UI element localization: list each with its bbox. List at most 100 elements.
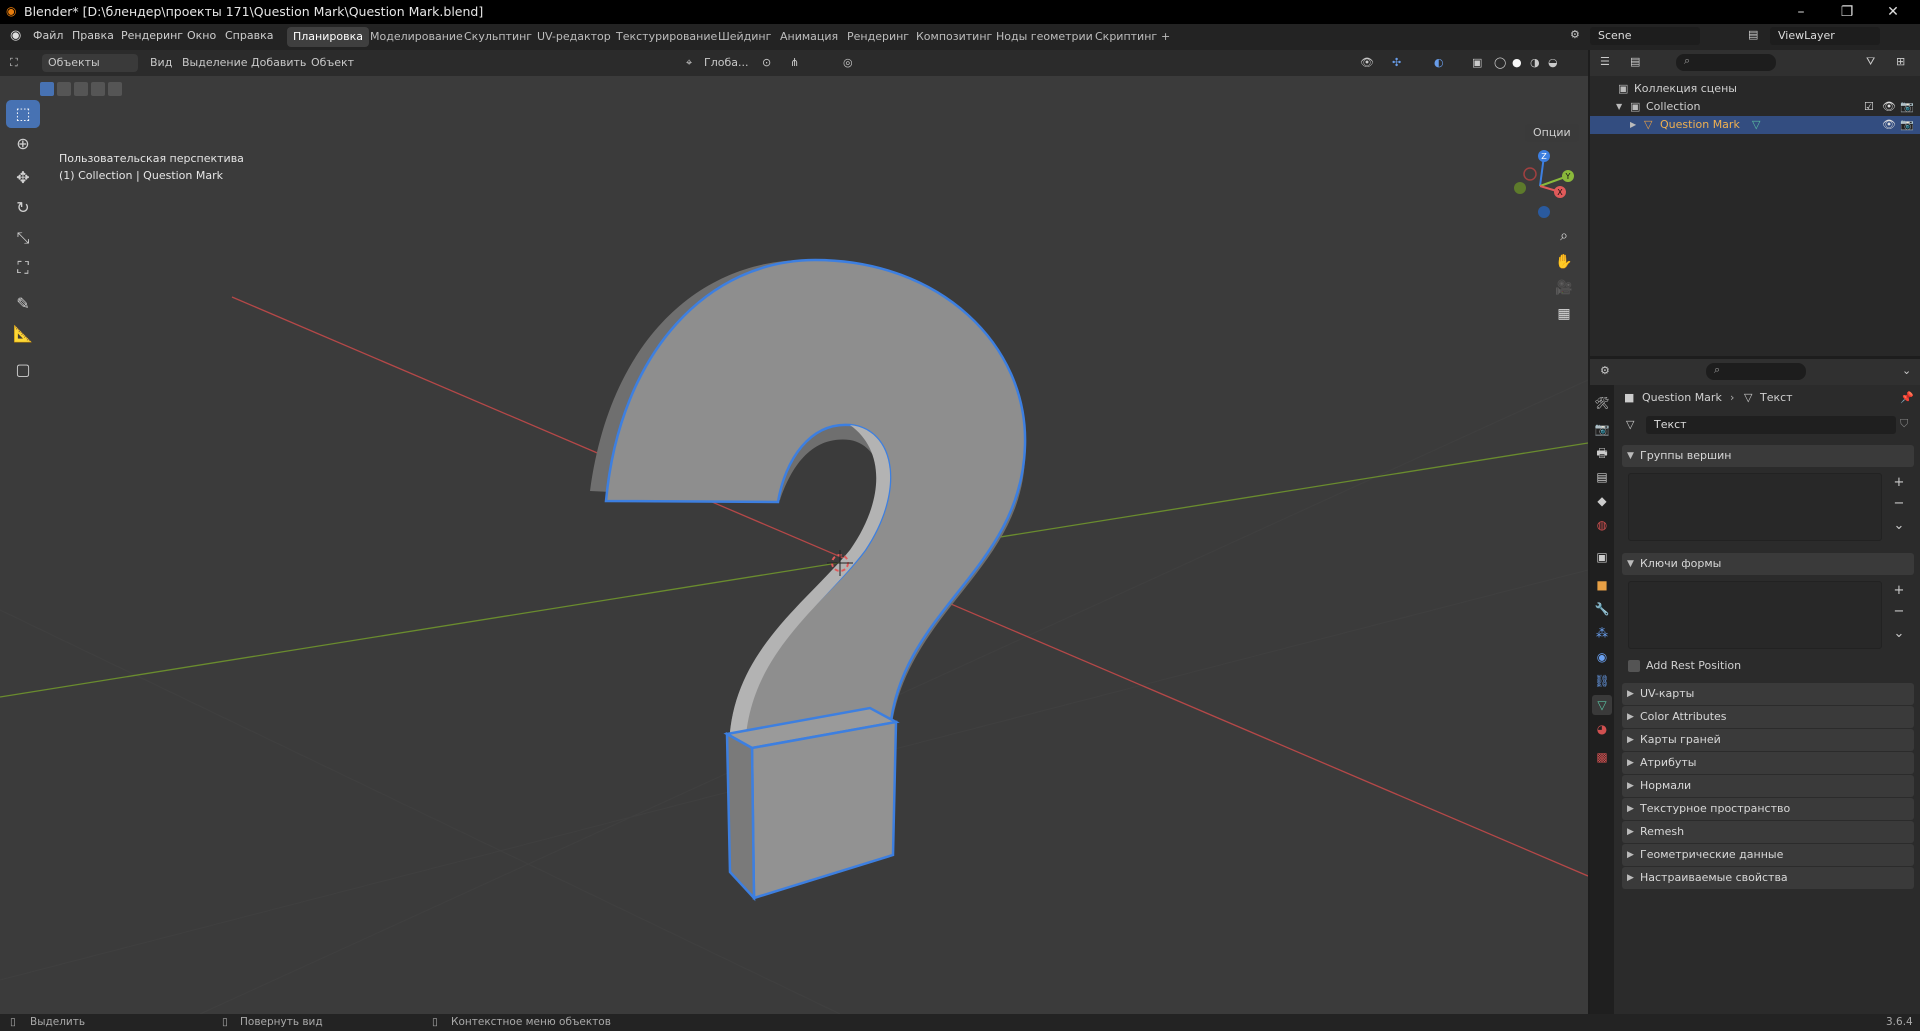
workspace-tab-sculpting[interactable]: Скульптинг <box>458 27 538 47</box>
menu-edit[interactable]: Правка <box>72 29 114 42</box>
transform-tool-icon[interactable]: ⛶ <box>6 254 40 282</box>
menu-window[interactable]: Окно <box>187 29 216 42</box>
viewport-scene[interactable] <box>0 50 1588 1014</box>
panel-attributes[interactable]: ▶ Атрибуты <box>1622 752 1914 774</box>
pivot-point-icon[interactable]: ⊙ <box>762 54 771 72</box>
properties-options-icon[interactable]: ⌄ <box>1902 364 1911 377</box>
workspace-tab-compositing[interactable]: Композитинг <box>910 27 998 47</box>
remove-shape-key-button[interactable]: − <box>1890 603 1908 621</box>
panel-remesh[interactable]: ▶ Remesh <box>1622 821 1914 843</box>
maximize-button[interactable]: ❐ <box>1824 0 1870 24</box>
panel-geometry-data[interactable]: ▶ Геометрические данные <box>1622 844 1914 866</box>
constraints-tab-icon[interactable]: ⛓ <box>1592 671 1612 691</box>
move-tool-icon[interactable]: ✥ <box>6 164 40 192</box>
output-tab-icon[interactable]: 🖶 <box>1592 443 1612 463</box>
data-tab-icon[interactable]: ▽ <box>1592 695 1612 715</box>
select-subtract-icon[interactable] <box>74 82 88 96</box>
panel-shape-keys[interactable]: ▼ Ключи формы <box>1622 553 1914 575</box>
add-shape-key-button[interactable]: + <box>1890 582 1908 600</box>
object-tab-icon[interactable]: ■ <box>1592 575 1612 595</box>
expand-icon[interactable]: ▶ <box>1630 116 1636 134</box>
zoom-view-icon[interactable]: ⌕ <box>1552 224 1576 248</box>
scene-selector[interactable]: Scene <box>1590 27 1700 45</box>
menu-help[interactable]: Справка <box>225 29 273 42</box>
solid-shading-icon[interactable]: ● <box>1512 54 1522 72</box>
blender-menu-icon[interactable]: ◉ <box>10 28 21 43</box>
options-dropdown[interactable]: Опции <box>1525 124 1579 142</box>
select-box-tool-icon[interactable]: ⬚ <box>6 100 40 128</box>
3d-viewport[interactable]: ⛶ Объекты Вид Выделение Добавить Объект … <box>0 50 1588 1014</box>
panel-texture-space[interactable]: ▶ Текстурное пространство <box>1622 798 1914 820</box>
proportional-edit-icon[interactable]: ◎ <box>843 54 853 72</box>
add-cube-tool-icon[interactable]: ▢ <box>6 356 40 384</box>
view-layer-tab-icon[interactable]: ▤ <box>1592 467 1612 487</box>
navigation-gizmo[interactable]: Z Y X <box>1504 148 1576 220</box>
viewport-menu-select[interactable]: Выделение <box>182 54 248 72</box>
workspace-tab-animation[interactable]: Анимация <box>774 27 844 47</box>
shape-keys-list[interactable] <box>1628 581 1882 649</box>
gizmo-toggle-icon[interactable]: ✣ <box>1392 54 1401 72</box>
data-type-icon[interactable]: ▽ <box>1626 418 1634 431</box>
viewport-menu-object[interactable]: Объект <box>311 54 354 72</box>
datablock-name-field[interactable]: Текст <box>1646 416 1896 434</box>
editor-type-icon[interactable]: ⛶ <box>10 54 18 72</box>
wireframe-shading-icon[interactable]: ◯ <box>1494 54 1506 72</box>
modifiers-tab-icon[interactable]: 🔧 <box>1592 599 1612 619</box>
workspace-tab-shading[interactable]: Шейдинг <box>712 27 777 47</box>
properties-editor-icon[interactable]: ⚙ <box>1600 364 1610 377</box>
outliner-row-question-mark[interactable]: ▶ ▽ Question Mark ▽ 👁 📷 <box>1590 116 1920 134</box>
material-shading-icon[interactable]: ◑ <box>1530 54 1540 72</box>
pan-view-icon[interactable]: ✋ <box>1552 250 1576 274</box>
render-camera-icon[interactable]: 📷 <box>1900 98 1914 116</box>
transform-orientation-dropdown[interactable]: Глоба... <box>704 54 748 72</box>
outliner-row-collection[interactable]: ▼ ▣ Collection ☑ 👁 📷 <box>1590 98 1920 116</box>
snap-icon[interactable]: ⋔ <box>790 54 799 72</box>
vertex-groups-list[interactable] <box>1628 473 1882 541</box>
fake-user-shield-icon[interactable]: ⛉ <box>1900 417 1908 431</box>
close-button[interactable]: ✕ <box>1870 0 1916 24</box>
render-tab-icon[interactable]: 📷 <box>1592 419 1612 439</box>
viewport-menu-view[interactable]: Вид <box>150 54 172 72</box>
shape-key-specials-button[interactable]: ⌄ <box>1890 625 1908 643</box>
vertex-group-specials-button[interactable]: ⌄ <box>1890 517 1908 535</box>
panel-color-attributes[interactable]: ▶ Color Attributes <box>1622 706 1914 728</box>
hide-eye-icon[interactable]: 👁 <box>1882 116 1896 134</box>
particles-tab-icon[interactable]: ⁂ <box>1592 623 1612 643</box>
material-tab-icon[interactable]: ◕ <box>1592 719 1612 739</box>
rendered-shading-icon[interactable]: ◒ <box>1548 54 1558 72</box>
texture-tab-icon[interactable]: ▩ <box>1592 747 1612 767</box>
add-vertex-group-button[interactable]: + <box>1890 474 1908 492</box>
overlay-toggle-icon[interactable]: ◐ <box>1434 54 1444 72</box>
hide-eye-icon[interactable]: 👁 <box>1882 98 1896 116</box>
viewlayer-selector[interactable]: ViewLayer <box>1770 27 1880 45</box>
add-rest-position-checkbox[interactable] <box>1628 660 1640 672</box>
render-camera-icon[interactable]: 📷 <box>1900 116 1914 134</box>
toggle-ortho-icon[interactable]: ▦ <box>1552 302 1576 326</box>
select-invert-icon[interactable] <box>91 82 105 96</box>
add-rest-position-row[interactable]: Add Rest Position <box>1628 658 1878 674</box>
outliner-search-input[interactable]: ⌕ <box>1676 54 1776 71</box>
world-tab-icon[interactable]: ◍ <box>1592 515 1612 535</box>
menu-file[interactable]: Файл <box>33 29 63 42</box>
collection-tab-icon[interactable]: ▣ <box>1592 547 1612 567</box>
cursor-tool-icon[interactable]: ⊕ <box>6 130 40 158</box>
workspace-tab-texture[interactable]: Текстурирование <box>610 27 723 47</box>
workspace-tab-rendering[interactable]: Рендеринг <box>841 27 915 47</box>
properties-search-input[interactable]: ⌕ <box>1706 363 1806 380</box>
workspace-tab-uv[interactable]: UV-редактор <box>531 27 617 47</box>
question-mark-object[interactable] <box>590 258 1027 902</box>
new-collection-icon[interactable]: ⊞ <box>1896 55 1905 68</box>
exclude-checkbox-icon[interactable]: ☑ <box>1864 98 1874 116</box>
panel-normals[interactable]: ▶ Нормали <box>1622 775 1914 797</box>
pin-icon[interactable]: 📌 <box>1900 389 1914 407</box>
panel-vertex-groups[interactable]: ▼ Группы вершин <box>1622 445 1914 467</box>
camera-view-icon[interactable]: 🎥 <box>1552 276 1576 300</box>
scale-tool-icon[interactable]: ⤡ <box>6 224 40 252</box>
panel-uv-maps[interactable]: ▶ UV-карты <box>1622 683 1914 705</box>
rotate-tool-icon[interactable]: ↻ <box>6 194 40 222</box>
filter-icon[interactable]: ⛛ <box>1866 55 1875 69</box>
workspace-tab-layout[interactable]: Планировка <box>287 27 369 47</box>
visibility-icon[interactable]: 👁 <box>1360 54 1374 72</box>
panel-face-maps[interactable]: ▶ Карты граней <box>1622 729 1914 751</box>
measure-tool-icon[interactable]: 📐 <box>6 320 40 348</box>
